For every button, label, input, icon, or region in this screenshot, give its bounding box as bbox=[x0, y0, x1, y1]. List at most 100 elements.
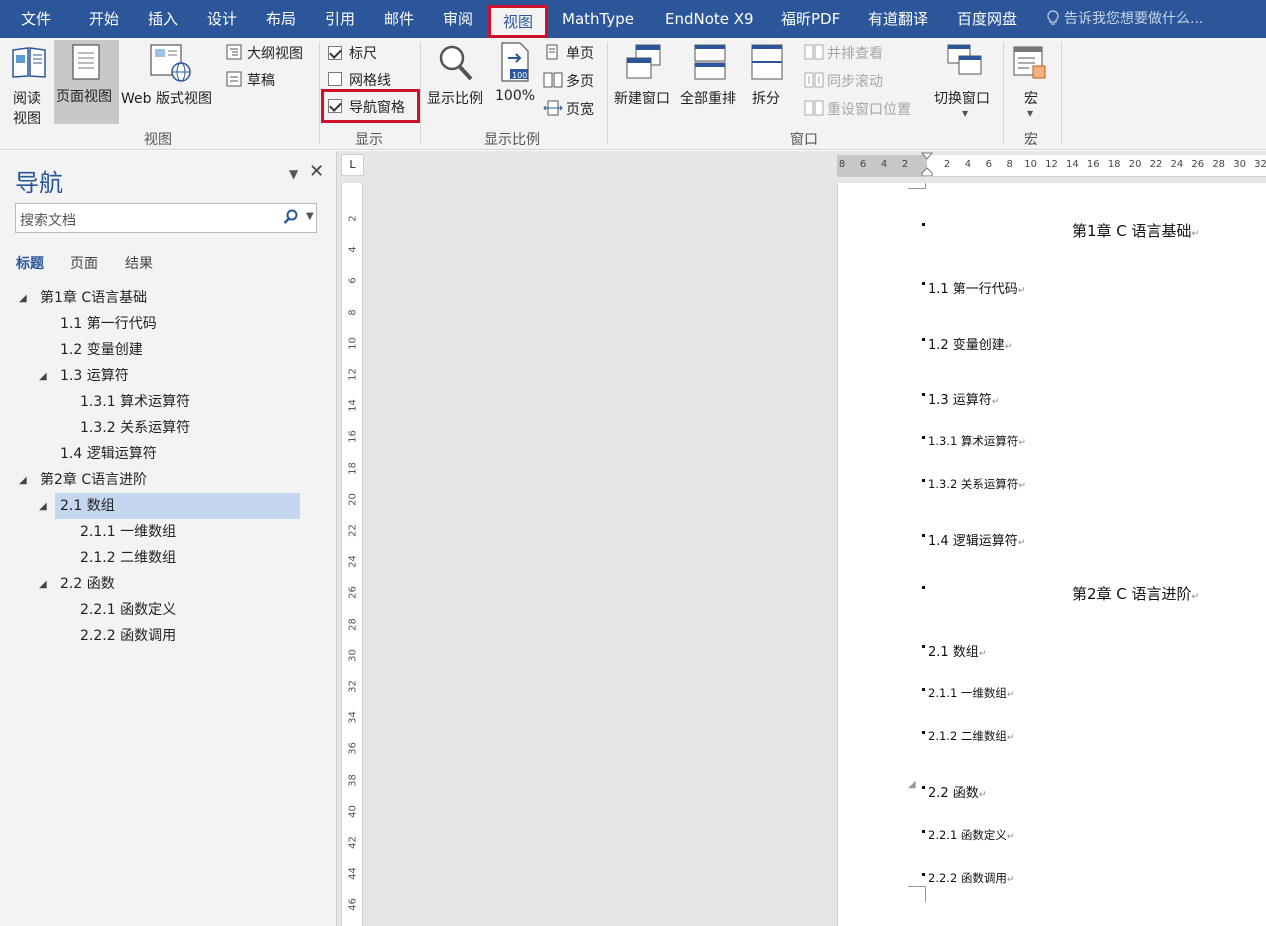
paragraph-bullet bbox=[922, 393, 925, 396]
tab-references[interactable]: 引用 bbox=[325, 0, 355, 38]
tab-pages[interactable]: 页面 bbox=[70, 253, 98, 273]
section-heading[interactable]: 2.1.1 一维数组↵ bbox=[928, 685, 1014, 701]
tab-endnote[interactable]: EndNote X9 bbox=[665, 0, 754, 38]
draft-view-button[interactable]: 草稿 bbox=[226, 70, 286, 90]
read-mode-button[interactable]: 阅读 视图 bbox=[6, 42, 52, 127]
tab-baidu-netdisk[interactable]: 百度网盘 bbox=[957, 0, 1017, 38]
read-mode-label-1: 阅读 bbox=[13, 91, 41, 107]
tree-item[interactable]: 1.2 变量创建 bbox=[60, 337, 143, 363]
tab-headings[interactable]: 标题 bbox=[16, 253, 44, 273]
tab-design[interactable]: 设计 bbox=[207, 0, 237, 38]
page-width-button[interactable]: 页宽 bbox=[543, 99, 601, 119]
zoom-100-icon-text: 100 bbox=[512, 71, 528, 80]
section-heading[interactable]: 2.2.1 函数定义↵ bbox=[928, 827, 1014, 843]
section-heading[interactable]: 2.1 数组↵ bbox=[928, 641, 986, 660]
tree-item[interactable]: 2.1 数组 bbox=[55, 493, 300, 519]
chevron-down-icon[interactable]: ▼ bbox=[306, 211, 314, 222]
ruler-tick-label: 26 bbox=[1191, 159, 1205, 170]
multiple-pages-icon bbox=[543, 72, 563, 88]
paragraph-bullet bbox=[922, 688, 925, 691]
ruler-checkbox[interactable] bbox=[328, 46, 342, 60]
collapse-triangle-icon[interactable]: ◢ bbox=[39, 371, 47, 382]
tree-item[interactable]: 1.4 逻辑运算符 bbox=[60, 441, 157, 467]
tree-item[interactable]: 2.2.1 函数定义 bbox=[80, 597, 176, 623]
search-icon[interactable] bbox=[283, 209, 299, 225]
ruler-tick-label: 10 bbox=[1024, 159, 1037, 170]
tree-item[interactable]: 1.3.1 算术运算符 bbox=[80, 389, 190, 415]
section-heading[interactable]: 2.2 函数↵ bbox=[928, 782, 986, 801]
collapse-triangle-icon[interactable]: ◢ bbox=[19, 475, 27, 486]
paragraph-mark: ↵ bbox=[1004, 342, 1013, 352]
tree-item[interactable]: 2.1.1 一维数组 bbox=[80, 519, 176, 545]
crop-mark bbox=[908, 886, 926, 902]
new-window-icon bbox=[626, 44, 661, 79]
ruler-label: 标尺 bbox=[349, 46, 377, 62]
tab-review[interactable]: 审阅 bbox=[443, 0, 473, 38]
print-layout-button[interactable]: 页面视图 bbox=[54, 40, 119, 124]
collapse-triangle-icon[interactable]: ◢ bbox=[908, 779, 916, 790]
tree-item[interactable]: 1.1 第一行代码 bbox=[60, 311, 157, 337]
heading-text: 2.1 数组 bbox=[928, 645, 979, 660]
arrange-all-icon bbox=[694, 44, 726, 80]
one-page-button[interactable]: 单页 bbox=[545, 43, 601, 63]
close-icon[interactable]: ✕ bbox=[309, 161, 324, 182]
print-layout-label: 页面视图 bbox=[56, 89, 112, 105]
tab-foxit-pdf[interactable]: 福昕PDF bbox=[781, 0, 840, 38]
tree-item-label: 1.1 第一行代码 bbox=[60, 316, 157, 332]
chapter-heading[interactable]: 第2章 C 语言进阶↵ bbox=[1072, 583, 1199, 604]
section-heading[interactable]: 1.3.2 关系运算符↵ bbox=[928, 476, 1026, 492]
macros-button[interactable]: 宏 ▼ bbox=[1008, 42, 1054, 124]
tab-youdao-translate[interactable]: 有道翻译 bbox=[868, 0, 928, 38]
zoom-100-button[interactable]: 100 100% bbox=[493, 42, 537, 124]
indent-marker-icon[interactable] bbox=[921, 152, 933, 176]
section-heading[interactable]: 2.1.2 二维数组↵ bbox=[928, 728, 1014, 744]
paragraph-mark: ↵ bbox=[1191, 592, 1200, 602]
tab-results[interactable]: 结果 bbox=[125, 253, 153, 273]
document-page[interactable]: 第1章 C 语言基础↵ 1.1 第一行代码↵ 1.2 变量创建↵ 1.3 运算符↵ 1.… bbox=[837, 183, 1266, 926]
tree-item[interactable]: 2.1.2 二维数组 bbox=[80, 545, 176, 571]
section-heading[interactable]: 1.3 运算符↵ bbox=[928, 389, 999, 408]
chapter-heading[interactable]: 第1章 C 语言基础↵ bbox=[1072, 220, 1199, 241]
multiple-pages-button[interactable]: 多页 bbox=[543, 71, 601, 91]
outline-view-button[interactable]: 大纲视图 bbox=[226, 43, 312, 63]
collapse-triangle-icon[interactable]: ◢ bbox=[39, 579, 47, 590]
split-button[interactable]: 拆分 bbox=[746, 42, 788, 124]
ruler-tick-label: 4 bbox=[347, 246, 359, 253]
tell-me-box[interactable]: 告诉我您想要做什么... bbox=[1046, 0, 1203, 38]
search-input[interactable]: 搜索文档 ▼ bbox=[15, 203, 317, 233]
section-heading[interactable]: 1.2 变量创建↵ bbox=[928, 334, 1012, 353]
tree-item[interactable]: 2.2 函数 bbox=[60, 571, 115, 597]
ruler-tick-label: 6 bbox=[347, 277, 359, 285]
ruler-tick-label: 28 bbox=[1212, 159, 1226, 170]
tab-layout[interactable]: 布局 bbox=[266, 0, 296, 38]
tab-mathtype[interactable]: MathType bbox=[562, 0, 634, 38]
collapse-triangle-icon[interactable]: ◢ bbox=[39, 501, 47, 512]
section-heading[interactable]: 1.1 第一行代码↵ bbox=[928, 278, 1025, 297]
tree-item-label: 2.1 数组 bbox=[60, 498, 115, 514]
section-heading[interactable]: 2.2.2 函数调用↵ bbox=[928, 870, 1014, 886]
collapse-triangle-icon[interactable]: ◢ bbox=[19, 293, 27, 304]
tab-mailings[interactable]: 邮件 bbox=[384, 0, 414, 38]
gridlines-checkbox[interactable] bbox=[328, 72, 342, 86]
section-heading[interactable]: 1.4 逻辑运算符↵ bbox=[928, 530, 1025, 549]
web-layout-button[interactable]: Web 版式视图 bbox=[120, 42, 220, 124]
tab-view[interactable]: 视图 bbox=[488, 5, 549, 38]
zoom-button[interactable]: 显示比例 bbox=[425, 42, 489, 124]
tab-selector[interactable]: L bbox=[341, 154, 364, 176]
arrange-all-button[interactable]: 全部重排 bbox=[678, 42, 742, 124]
tab-insert[interactable]: 插入 bbox=[148, 0, 178, 38]
paragraph-bullet bbox=[922, 786, 925, 789]
tree-item[interactable]: 2.2.2 函数调用 bbox=[80, 623, 176, 649]
new-window-button[interactable]: 新建窗口 bbox=[612, 42, 676, 124]
tab-home[interactable]: 开始 bbox=[89, 0, 119, 38]
tab-file[interactable]: 文件 bbox=[21, 0, 51, 38]
switch-windows-button[interactable]: 切换窗口 ▼ bbox=[932, 42, 998, 124]
horizontal-ruler: 8 6 4 2 2 4 6 8 10 12 14 16 18 20 22 24 26 28 30 32 bbox=[837, 152, 1266, 177]
pane-options-chevron-icon[interactable]: ▼ bbox=[289, 167, 298, 181]
tree-item[interactable]: 第1章 C语言基础 bbox=[40, 285, 147, 311]
section-heading[interactable]: 1.3.1 算术运算符↵ bbox=[928, 433, 1026, 449]
ruler-tick-label: 6 bbox=[859, 159, 867, 170]
tree-item[interactable]: 1.3 运算符 bbox=[60, 363, 129, 389]
tree-item[interactable]: 1.3.2 关系运算符 bbox=[80, 415, 190, 441]
tree-item[interactable]: 第2章 C语言进阶 bbox=[40, 467, 147, 493]
